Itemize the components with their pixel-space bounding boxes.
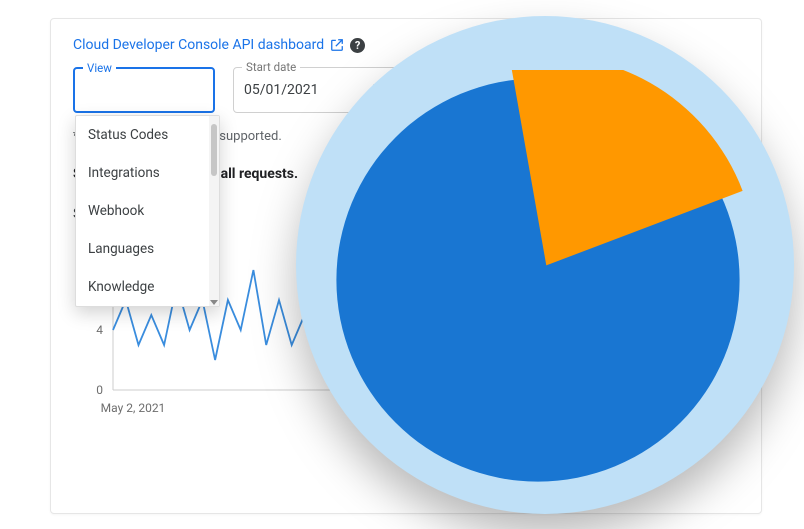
external-link-icon[interactable] bbox=[330, 38, 344, 52]
scroll-down-icon[interactable] bbox=[210, 300, 218, 305]
view-label: View bbox=[83, 61, 116, 75]
svg-text:May 2, 2021: May 2, 2021 bbox=[101, 401, 166, 415]
view-option[interactable]: Webhook bbox=[76, 192, 219, 230]
help-icon[interactable]: ? bbox=[350, 38, 365, 53]
view-option[interactable]: Integrations bbox=[76, 154, 219, 192]
view-option[interactable]: Status Codes bbox=[76, 116, 219, 154]
api-dashboard-link[interactable]: Cloud Developer Console API dashboard bbox=[73, 37, 324, 53]
view-select[interactable]: View Status Codes Integrations Webhook L… bbox=[73, 67, 215, 113]
view-dropdown: Status Codes Integrations Webhook Langua… bbox=[75, 115, 220, 307]
start-date-label: Start date bbox=[242, 60, 300, 74]
svg-text:0: 0 bbox=[96, 383, 103, 397]
view-option[interactable]: Languages bbox=[76, 230, 219, 268]
view-option[interactable]: Knowledge bbox=[76, 268, 219, 306]
dropdown-scrollbar[interactable] bbox=[209, 116, 219, 306]
start-date-value: 05/01/2021 bbox=[244, 82, 319, 98]
pie-chart bbox=[328, 70, 748, 490]
svg-text:4: 4 bbox=[96, 323, 103, 337]
